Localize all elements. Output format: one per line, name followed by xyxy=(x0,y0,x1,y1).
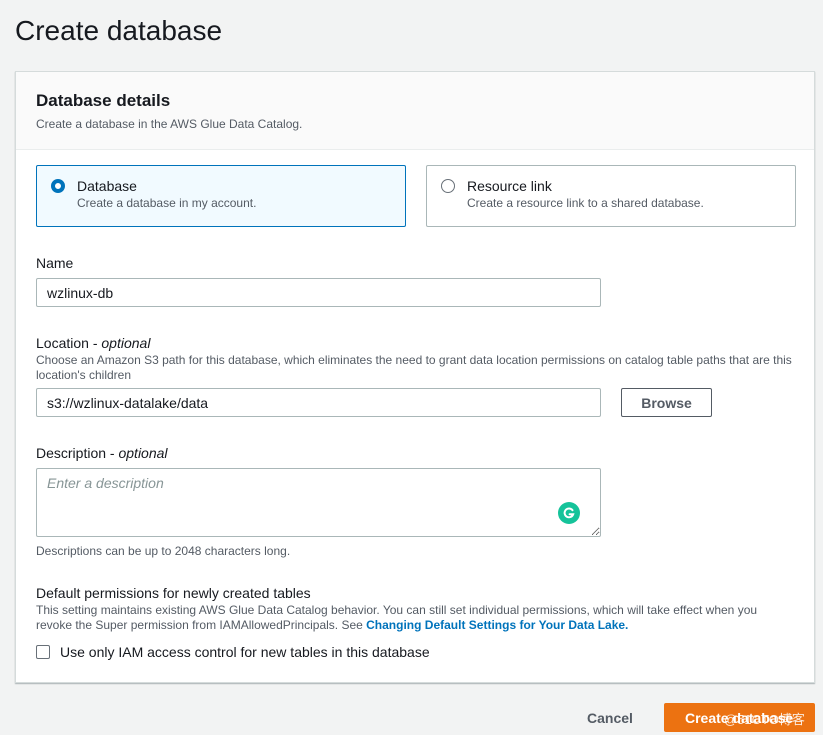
description-optional: optional xyxy=(118,445,168,461)
tile-resource-link[interactable]: Resource link Create a resource link to … xyxy=(426,165,796,227)
default-settings-link[interactable]: Changing Default Settings for Your Data … xyxy=(366,618,628,632)
resource-link-radio[interactable] xyxy=(441,179,455,193)
cancel-button[interactable]: Cancel xyxy=(578,703,642,732)
tile-resource-link-subtitle: Create a resource link to a shared datab… xyxy=(467,196,704,210)
location-hint: Choose an Amazon S3 path for this databa… xyxy=(36,353,792,382)
grammarly-icon[interactable] xyxy=(558,502,580,524)
iam-only-checkbox[interactable] xyxy=(36,645,50,659)
panel-header: Database details Create a database in th… xyxy=(16,72,814,150)
tile-database[interactable]: Database Create a database in my account… xyxy=(36,165,406,227)
location-label-text: Location xyxy=(36,335,89,351)
tile-database-title: Database xyxy=(77,178,137,194)
description-textarea[interactable] xyxy=(36,468,601,537)
name-label: Name xyxy=(36,255,74,271)
location-label: Location - optional xyxy=(36,335,151,351)
tile-resource-link-title: Resource link xyxy=(467,178,552,194)
page-title: Create database xyxy=(15,15,223,46)
panel-description: Create a database in the AWS Glue Data C… xyxy=(36,117,303,131)
grammarly-glyph xyxy=(563,507,575,519)
browse-button[interactable]: Browse xyxy=(621,388,712,417)
location-input[interactable] xyxy=(36,388,601,417)
database-radio[interactable] xyxy=(51,179,65,193)
description-label-text: Description xyxy=(36,445,107,461)
name-input[interactable] xyxy=(36,278,601,307)
tile-database-subtitle: Create a database in my account. xyxy=(77,196,257,210)
description-hint: Descriptions can be up to 2048 character… xyxy=(36,544,291,558)
permissions-title: Default permissions for newly created ta… xyxy=(36,585,311,601)
create-database-button[interactable]: Create database xyxy=(664,703,815,732)
iam-only-checkbox-label[interactable]: Use only IAM access control for new tabl… xyxy=(60,644,430,660)
panel-title: Database details xyxy=(36,91,171,110)
description-label: Description - optional xyxy=(36,445,168,461)
database-details-panel: Database details Create a database in th… xyxy=(15,71,815,683)
location-optional: optional xyxy=(101,335,151,351)
permissions-text: This setting maintains existing AWS Glue… xyxy=(36,603,796,633)
